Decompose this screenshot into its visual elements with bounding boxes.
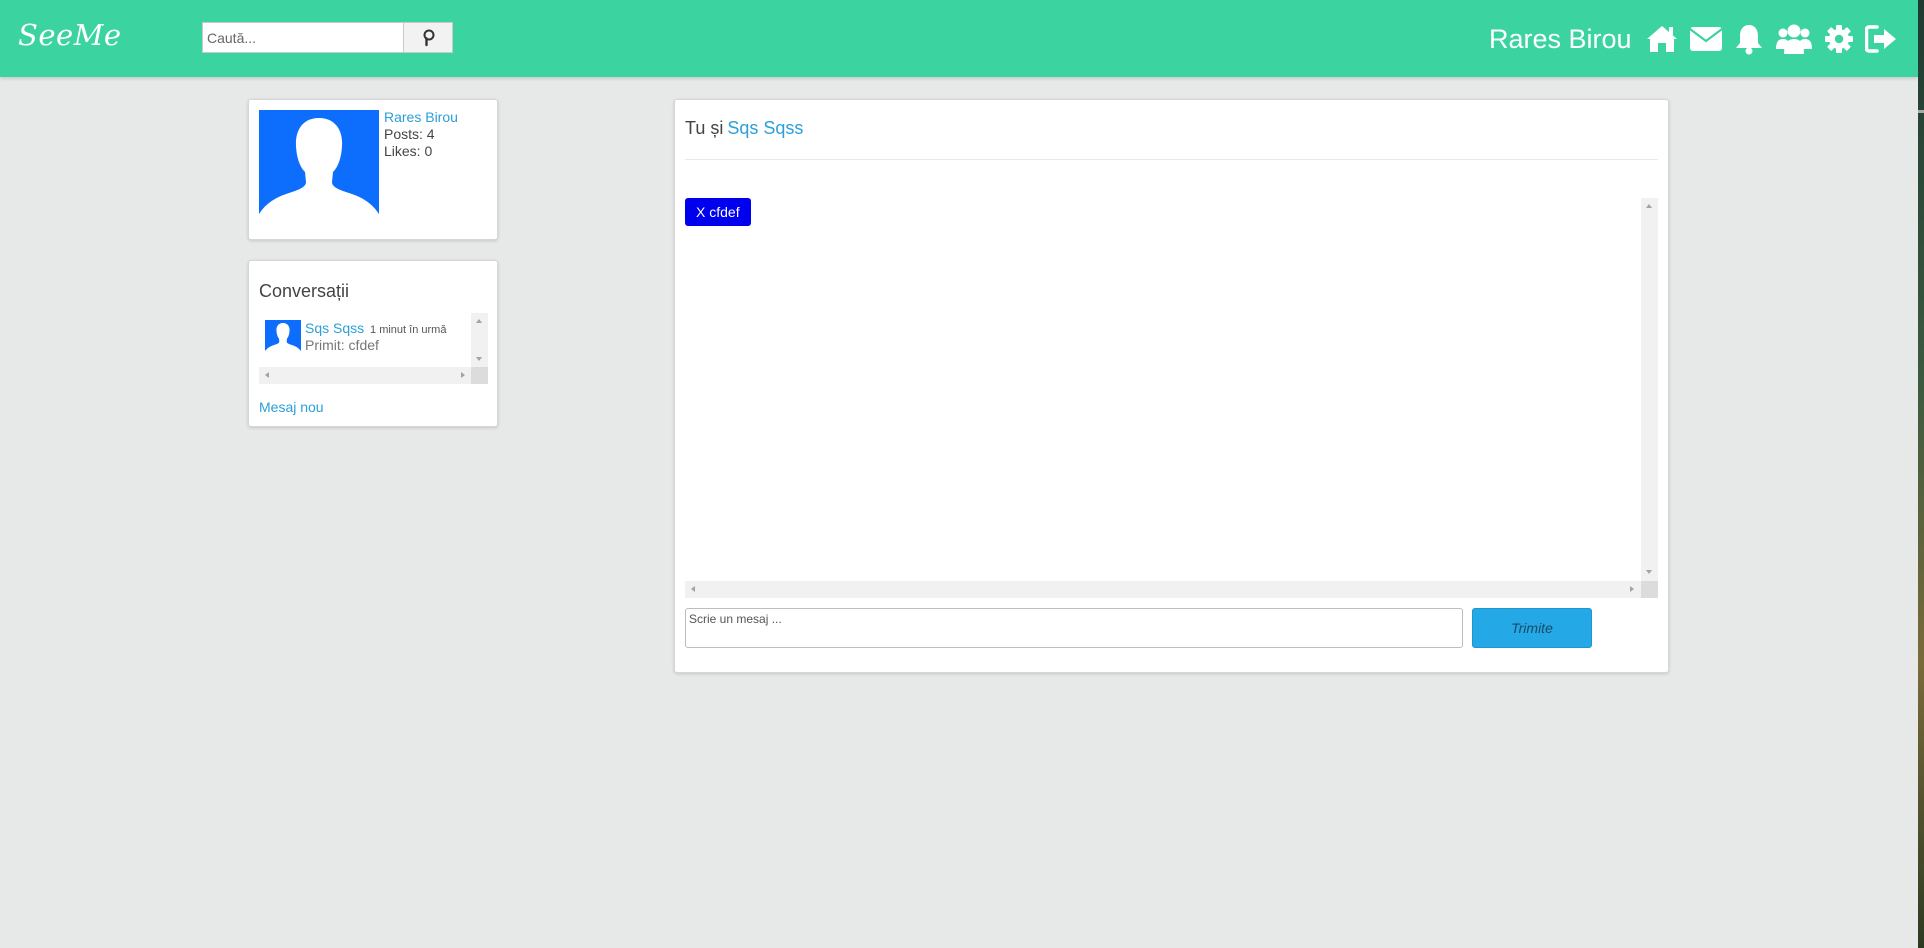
profile-info: Rares Birou Posts: 4 Likes: 0 [384,109,458,160]
chat-messages-area[interactable]: X cfdef [685,198,1658,598]
logout-icon [1865,25,1896,53]
gear-icon [1825,25,1853,53]
home-icon [1647,26,1677,52]
conversation-name-link[interactable]: Sqs Sqss [305,320,364,336]
chat-card: Tu șiSqs Sqss X cfdef Trimite [674,99,1669,673]
conversations-vertical-scrollbar[interactable] [471,313,488,367]
conversation-item[interactable]: Sqs Sqss 1 minut în urmă Primit: cfdef [265,317,475,355]
scrollbar-corner [471,367,488,384]
chat-header: Tu și Sqs Sqss [685,118,803,139]
send-button[interactable]: Trimite [1472,608,1592,648]
settings-button[interactable] [1824,22,1854,56]
background-window-mark [1918,110,1924,113]
message-bubble[interactable]: X cfdef [685,198,751,226]
conversation-name: Sqs Sqss 1 minut în urmă [305,320,446,336]
envelope-icon [1689,27,1723,51]
chat-horizontal-scrollbar[interactable] [685,581,1641,598]
notifications-button[interactable] [1734,22,1764,56]
friends-button[interactable] [1775,22,1813,56]
message-input[interactable] [685,608,1463,648]
profile-avatar[interactable] [259,110,379,224]
scroll-down-arrow[interactable] [1646,570,1652,574]
profile-likes-count: Likes: 0 [384,143,433,159]
conversations-card: Conversații Sqs Sqss 1 minut în urmă Pri… [248,260,498,427]
messages-button[interactable] [1689,22,1723,56]
search-icon [423,29,435,46]
search-box [202,22,453,53]
chat-header-prefix: Tu și [685,118,724,138]
conversations-list[interactable]: Sqs Sqss 1 minut în urmă Primit: cfdef [259,313,488,385]
conversation-time: 1 minut în urmă [370,324,447,336]
profile-name-link[interactable]: Rares Birou [384,109,458,126]
conversations-title: Conversații [259,281,350,301]
scroll-up-arrow[interactable] [476,319,482,323]
friends-icon [1776,24,1812,54]
conversations-horizontal-scrollbar[interactable] [259,367,471,384]
profile-posts-count: Posts: 4 [384,126,435,142]
app-logo[interactable]: SeeMe [18,18,122,52]
scroll-left-arrow[interactable] [265,372,269,378]
profile-card: Rares Birou Posts: 4 Likes: 0 [248,99,498,240]
current-user-name[interactable]: Rares Birou [1489,24,1632,55]
scroll-right-arrow[interactable] [1630,586,1634,592]
conversation-avatar [265,320,301,354]
chat-divider [685,159,1658,160]
scroll-up-arrow[interactable] [1646,204,1652,208]
chat-partner-link[interactable]: Sqs Sqss [727,118,803,138]
scroll-right-arrow[interactable] [461,372,465,378]
home-button[interactable] [1646,22,1678,56]
scroll-down-arrow[interactable] [476,357,482,361]
user-silhouette-icon [265,323,301,354]
conversation-preview: Primit: cfdef [305,337,379,353]
new-message-link[interactable]: Mesaj nou [259,399,324,415]
user-silhouette-icon [259,118,379,224]
scrollbar-corner [1641,581,1658,598]
logout-button[interactable] [1865,22,1897,56]
nav-icon-bar [1646,22,1908,56]
bell-icon [1736,25,1762,55]
scroll-left-arrow[interactable] [691,586,695,592]
search-button[interactable] [403,22,453,53]
background-window-edge [1918,0,1924,948]
chat-vertical-scrollbar[interactable] [1641,198,1658,581]
search-input[interactable] [202,22,403,53]
top-navbar: SeeMe Rares Birou [0,0,1918,77]
